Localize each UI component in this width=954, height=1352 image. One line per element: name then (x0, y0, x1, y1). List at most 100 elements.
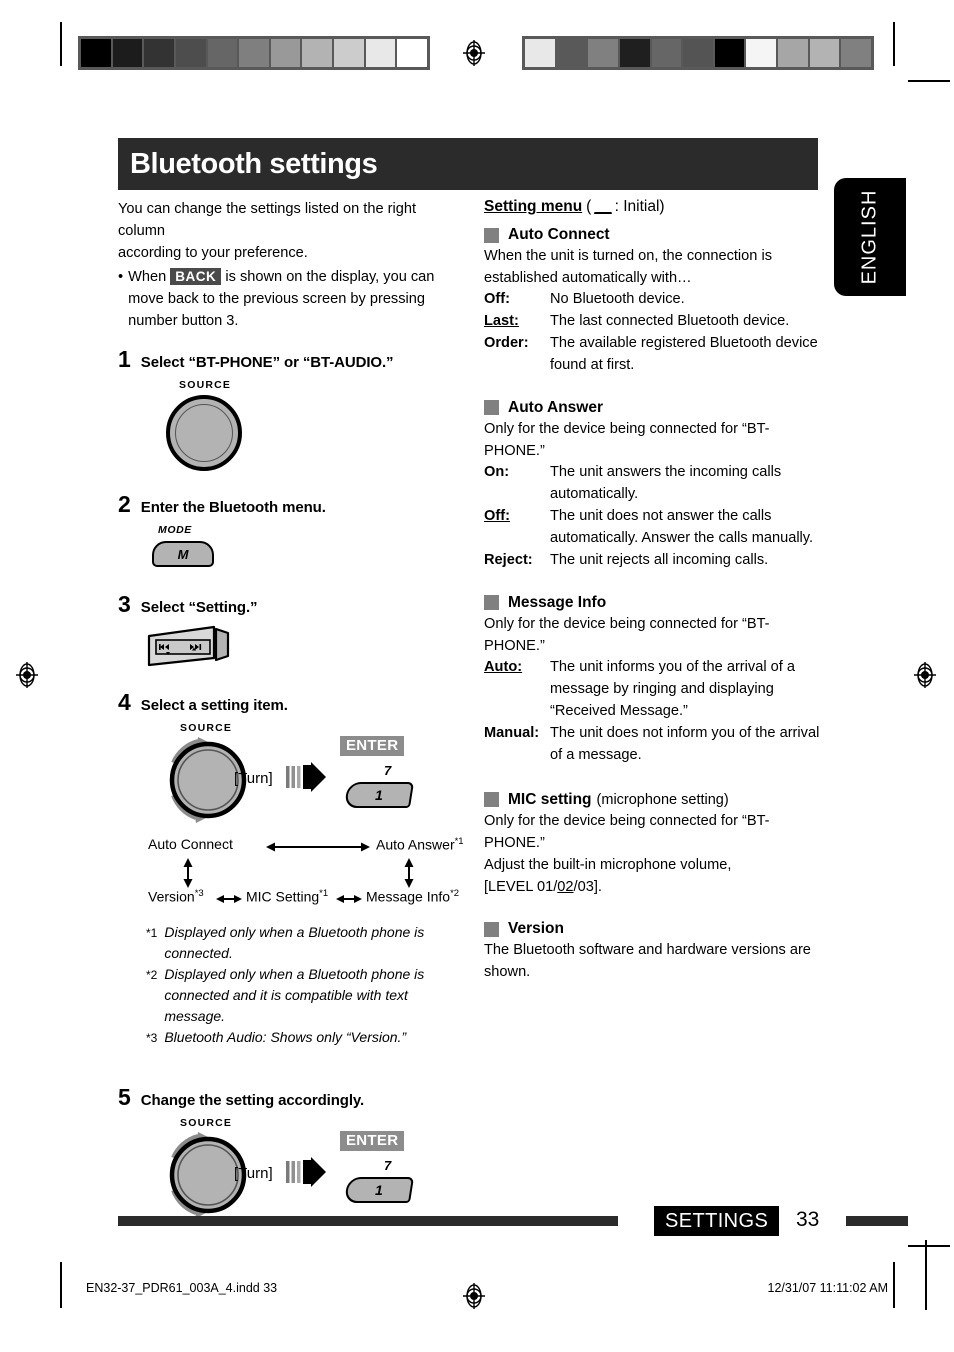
setting-menu-note-underline: __ (594, 198, 612, 215)
option-row-reject: Reject: The unit rejects all incoming ca… (484, 550, 829, 572)
mode-button-label: MODE (158, 524, 192, 537)
intro-line-2: according to your preference. (118, 245, 308, 262)
step-5-illustration: SOURCE [Turn] ENTER 7 1 (118, 1117, 466, 1221)
color-patch-6 (683, 39, 715, 67)
flow-arrow-vertical-right (404, 858, 414, 889)
registration-mark-left (14, 662, 40, 688)
footer-metadata: EN32-37_PDR61_003A_4.indd 33 12/31/07 11… (0, 1281, 954, 1307)
step-1-text: Select “BT-PHONE” or “BT-AUDIO.” (140, 354, 394, 372)
bullet-pre-text: When (128, 268, 167, 285)
color-patch-8 (302, 39, 335, 67)
footnote-3-text: Bluetooth Audio: Shows only “Version.” (164, 1029, 407, 1046)
section-message-info: Message Info Only for the device being c… (484, 594, 829, 767)
footnotes-list: *1 Displayed only when a Bluetooth phone… (146, 922, 466, 1048)
page-title-banner: Bluetooth settings (118, 138, 818, 190)
color-patch-1 (525, 39, 557, 67)
option-key-manual: Manual: (484, 724, 540, 741)
step-3-number: 3 (118, 591, 131, 618)
step-3: 3 Select “Setting.” (118, 591, 466, 618)
footnote-1-mark: *1 (146, 926, 158, 941)
color-patch-10 (809, 39, 842, 67)
section-mic-setting-title: MIC setting (508, 790, 592, 808)
section-auto-answer-header: Auto Answer (484, 399, 829, 417)
footer-filename: EN32-37_PDR61_003A_4.indd 33 (86, 1281, 278, 1295)
section-square-icon (484, 400, 499, 416)
number-key-1-label-step4: 1 (375, 787, 383, 804)
arrow-to-enter-step4 (286, 762, 330, 797)
footnote-3-mark: *3 (146, 1031, 158, 1046)
footnote-1: *1 Displayed only when a Bluetooth phone… (146, 922, 466, 964)
enter-badge-step4: ENTER (340, 736, 405, 757)
crop-mark-right-lower-horizontal (908, 1245, 950, 1247)
enter-badge-label-step4: ENTER (340, 736, 405, 757)
section-auto-answer: Auto Answer Only for the device being co… (484, 399, 829, 572)
section-message-info-title: Message Info (508, 593, 607, 611)
section-version-header: Version (484, 920, 829, 938)
section-auto-connect: Auto Connect When the unit is turned on,… (484, 226, 829, 377)
arrow-to-enter-step5 (286, 1157, 330, 1192)
setting-menu-heading: Setting menu(__: Initial) (484, 198, 829, 216)
color-patch-5 (651, 39, 684, 67)
option-key-off: Off: (484, 291, 510, 308)
footer-rule-left (118, 1216, 618, 1226)
color-patch-11 (397, 39, 428, 67)
left-column: You can change the settings listed on th… (118, 198, 466, 1221)
section-mic-setting-line-1: Only for the device being connected for … (484, 812, 770, 851)
section-version-text: The Bluetooth software and hardware vers… (484, 942, 811, 981)
section-square-icon (484, 921, 499, 937)
step-1: 1 Select “BT-PHONE” or “BT-AUDIO.” (118, 348, 466, 372)
registration-mark-right (912, 662, 938, 688)
section-auto-connect-intro: When the unit is turned on, the connecti… (484, 248, 772, 287)
section-square-icon (484, 595, 499, 611)
section-version-title: Version (508, 920, 564, 938)
print-color-bar-left (78, 36, 430, 70)
setting-menu-heading-label: Setting menu (484, 198, 583, 215)
step-2-number: 2 (118, 491, 131, 518)
crop-mark-top-left-vertical (60, 22, 62, 66)
flow-item-auto-answer: Auto Answer*1 (376, 836, 464, 853)
step-1-illustration: SOURCE (166, 379, 466, 472)
section-message-info-intro: Only for the device being connected for … (484, 615, 770, 654)
enter-badge-step5: ENTER (340, 1131, 405, 1152)
step-4-illustration: SOURCE [Turn] ENTER 7 1 (118, 722, 466, 826)
footer-section-badge: SETTINGS (654, 1206, 780, 1236)
option-desc-off-answer: The unit does not answer the calls autom… (550, 508, 814, 546)
flow-arrow-vertical-left (183, 858, 193, 889)
step-3-illustration (146, 624, 466, 673)
color-patch-4 (175, 39, 208, 67)
color-patch-7 (714, 39, 747, 67)
mode-button: M (152, 541, 214, 568)
option-row-manual: Manual: The unit does not inform you of … (484, 723, 829, 767)
mode-button-glyph: M (177, 546, 189, 562)
section-square-icon (484, 792, 499, 807)
color-patch-9 (334, 39, 366, 67)
option-desc-off: No Bluetooth device. (550, 291, 685, 308)
setting-items-flow-diagram: Auto Connect Auto Answer*1 Version*3 MIC… (118, 836, 466, 908)
color-patch-10 (365, 39, 398, 67)
color-patch-3 (144, 39, 176, 67)
section-message-info-header: Message Info (484, 594, 829, 612)
setting-menu-note-rest: : Initial) (614, 198, 665, 215)
step-5: 5 Change the setting accordingly. (118, 1086, 466, 1110)
step-3-text: Select “Setting.” (140, 599, 258, 617)
option-desc-auto: The unit informs you of the arrival of a… (550, 659, 795, 719)
section-auto-connect-header: Auto Connect (484, 226, 829, 244)
footer-timestamp: 12/31/07 11:11:02 AM (767, 1281, 888, 1295)
intro-paragraph: You can change the settings listed on th… (118, 198, 466, 332)
mic-level-suffix: /03]. (573, 879, 602, 896)
step-5-text: Change the setting accordingly. (140, 1092, 365, 1110)
mic-level-prefix: [LEVEL 01/ (484, 879, 558, 896)
color-patch-4 (619, 39, 652, 67)
step-2-text: Enter the Bluetooth menu. (140, 499, 326, 517)
footer-rule-right (846, 1216, 908, 1226)
bullet-text: When BACK is shown on the display, you c… (128, 266, 466, 333)
option-desc-on: The unit answers the incoming calls auto… (550, 464, 782, 503)
option-desc-reject: The unit rejects all incoming calls. (550, 551, 769, 568)
section-auto-answer-intro: Only for the device being connected for … (484, 420, 770, 460)
flow-arrow-horizontal-bottom-right (336, 895, 362, 904)
footnote-2: *2 Displayed only when a Bluetooth phone… (146, 964, 466, 1027)
section-mic-setting-header: MIC setting (microphone setting) (484, 791, 829, 809)
option-desc-manual: The unit does not inform you of the arri… (550, 724, 820, 763)
option-key-auto: Auto: (484, 659, 523, 676)
option-desc-order: The available registered Bluetooth devic… (550, 335, 818, 374)
